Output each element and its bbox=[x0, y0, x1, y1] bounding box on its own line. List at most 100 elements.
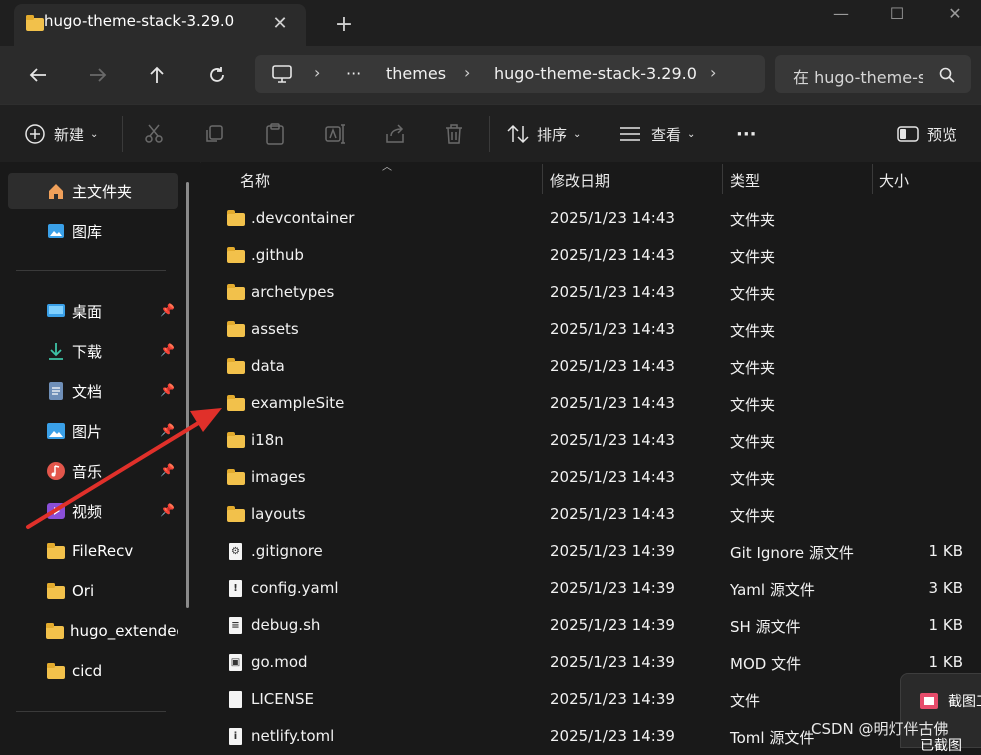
watermark: CSDN @明灯伴古佛 bbox=[811, 720, 949, 738]
file-row[interactable]: ! config.yaml 2025/1/23 14:39 Yaml 源文件 3 KB bbox=[215, 570, 975, 607]
file-date: 2025/1/23 14:43 bbox=[550, 283, 675, 301]
maximize-icon[interactable]: ☐ bbox=[874, 0, 920, 26]
file-row[interactable]: .devcontainer 2025/1/23 14:43 文件夹 bbox=[215, 200, 975, 237]
chevron-right-icon: › bbox=[464, 63, 471, 82]
file-row[interactable]: .github 2025/1/23 14:43 文件夹 bbox=[215, 237, 975, 274]
breadcrumb-themes[interactable]: themes bbox=[386, 64, 446, 83]
file-row[interactable]: archetypes 2025/1/23 14:43 文件夹 bbox=[215, 274, 975, 311]
download-icon bbox=[46, 341, 66, 361]
paste-button[interactable] bbox=[265, 118, 285, 150]
sidebar-item-home[interactable]: 主文件夹 bbox=[8, 173, 178, 209]
search-placeholder: 在 hugo-theme-stack-3.29.0 中搜索 bbox=[793, 68, 923, 87]
file-date: 2025/1/23 14:43 bbox=[550, 431, 675, 449]
preview-label: 预览 bbox=[927, 125, 958, 144]
sidebar-item-folder[interactable]: cicd bbox=[8, 653, 178, 689]
sidebar-divider bbox=[16, 270, 166, 271]
preview-pane-button[interactable]: 预览 bbox=[897, 118, 957, 150]
sort-label: 排序 bbox=[537, 125, 568, 144]
file-type: 文件夹 bbox=[730, 433, 776, 451]
file-row[interactable]: assets 2025/1/23 14:43 文件夹 bbox=[215, 311, 975, 348]
sidebar-item-documents[interactable]: 文档 📌 bbox=[8, 373, 178, 409]
breadcrumb-ellipsis[interactable]: ··· bbox=[346, 64, 361, 83]
column-header-type[interactable]: 类型 bbox=[730, 170, 760, 191]
plus-circle-icon bbox=[25, 124, 45, 144]
file-row[interactable]: exampleSite 2025/1/23 14:43 文件夹 bbox=[215, 385, 975, 422]
file-row[interactable]: LICENSE 2025/1/23 14:39 文件 bbox=[215, 681, 975, 718]
trash-icon bbox=[446, 124, 462, 144]
file-type: 文件 bbox=[730, 692, 761, 710]
file-row[interactable]: ≡ debug.sh 2025/1/23 14:39 SH 源文件 1 KB bbox=[215, 607, 975, 644]
new-tab-button[interactable]: + bbox=[330, 10, 358, 38]
rename-button[interactable] bbox=[325, 118, 347, 150]
sidebar-item-folder[interactable]: Ori bbox=[8, 573, 178, 609]
up-button[interactable] bbox=[139, 57, 175, 93]
arrow-left-icon bbox=[29, 68, 46, 82]
minimize-icon[interactable]: — bbox=[818, 0, 864, 26]
copy-button[interactable] bbox=[204, 118, 224, 150]
tab-title: hugo-theme-stack-3.29.0 bbox=[44, 12, 235, 30]
sidebar-label: cicd bbox=[72, 662, 103, 680]
column-header-size[interactable]: 大小 bbox=[879, 170, 909, 191]
chevron-down-icon: ⌄ bbox=[90, 128, 99, 140]
close-window-icon[interactable]: ✕ bbox=[932, 0, 978, 26]
sidebar-item-videos[interactable]: 视频 📌 bbox=[8, 493, 178, 529]
sidebar-divider bbox=[16, 711, 166, 712]
breadcrumb-current[interactable]: hugo-theme-stack-3.29.0 bbox=[494, 64, 697, 83]
document-icon bbox=[46, 381, 66, 401]
sort-icon bbox=[507, 124, 529, 144]
column-divider[interactable] bbox=[872, 164, 873, 194]
sidebar-item-desktop[interactable]: 桌面 📌 bbox=[8, 293, 178, 329]
delete-button[interactable] bbox=[445, 118, 463, 150]
folder-icon bbox=[227, 506, 245, 522]
view-button[interactable]: 查看 ⌄ bbox=[619, 118, 695, 150]
search-icon bbox=[939, 67, 955, 83]
sidebar-label: 图库 bbox=[72, 222, 103, 241]
folder-icon bbox=[227, 395, 245, 411]
close-tab-button[interactable]: ✕ bbox=[266, 9, 294, 37]
chevron-down-icon: ⌄ bbox=[573, 128, 582, 140]
file-date: 2025/1/23 14:43 bbox=[550, 209, 675, 227]
cut-button[interactable] bbox=[144, 118, 164, 150]
sidebar-item-gallery[interactable]: 图库 bbox=[8, 213, 178, 249]
file-size: 1 KB bbox=[928, 616, 963, 634]
file-date: 2025/1/23 14:43 bbox=[550, 246, 675, 264]
home-icon bbox=[46, 181, 66, 201]
file-row[interactable]: i18n 2025/1/23 14:43 文件夹 bbox=[215, 422, 975, 459]
file-row[interactable]: data 2025/1/23 14:43 文件夹 bbox=[215, 348, 975, 385]
sidebar-label: 文档 bbox=[72, 382, 103, 401]
refresh-button[interactable] bbox=[199, 57, 235, 93]
file-row[interactable]: ▣ go.mod 2025/1/23 14:39 MOD 文件 1 KB bbox=[215, 644, 975, 681]
sidebar-label: FileRecv bbox=[72, 542, 134, 560]
folder-icon bbox=[46, 581, 66, 601]
file-row[interactable]: images 2025/1/23 14:43 文件夹 bbox=[215, 459, 975, 496]
back-button[interactable] bbox=[20, 57, 56, 93]
file-name: LICENSE bbox=[251, 690, 314, 708]
file-name: exampleSite bbox=[251, 394, 345, 412]
chevron-right-icon: › bbox=[710, 63, 717, 82]
sort-ascending-icon: ︿ bbox=[382, 162, 392, 173]
more-options-button[interactable]: ··· bbox=[736, 118, 757, 150]
sort-button[interactable]: 排序 ⌄ bbox=[507, 118, 581, 150]
sidebar-item-folder[interactable]: hugo_extended bbox=[8, 613, 178, 649]
sidebar-item-music[interactable]: 音乐 📌 bbox=[8, 453, 178, 489]
column-divider[interactable] bbox=[722, 164, 723, 194]
view-label: 查看 bbox=[651, 125, 682, 144]
column-header-name[interactable]: 名称 bbox=[240, 170, 270, 191]
column-header-date[interactable]: 修改日期 bbox=[550, 170, 610, 191]
new-button[interactable]: 新建 ⌄ bbox=[24, 118, 98, 150]
sidebar-scrollbar[interactable] bbox=[186, 182, 189, 608]
sidebar-item-pictures[interactable]: 图片 📌 bbox=[8, 413, 178, 449]
folder-icon bbox=[227, 284, 245, 300]
column-divider[interactable] bbox=[542, 164, 543, 194]
file-row[interactable]: ⚙ .gitignore 2025/1/23 14:39 Git Ignore 源文件… bbox=[215, 533, 975, 570]
folder-icon bbox=[227, 247, 245, 263]
share-icon bbox=[386, 124, 404, 143]
toolbar-divider bbox=[122, 116, 123, 152]
share-button[interactable] bbox=[385, 118, 405, 150]
file-row[interactable]: layouts 2025/1/23 14:43 文件夹 bbox=[215, 496, 975, 533]
folder-icon bbox=[227, 358, 245, 374]
file-icon bbox=[227, 691, 245, 708]
forward-button[interactable] bbox=[80, 57, 116, 93]
sidebar-item-downloads[interactable]: 下载 📌 bbox=[8, 333, 178, 369]
sidebar-item-folder[interactable]: FileRecv bbox=[8, 533, 178, 569]
